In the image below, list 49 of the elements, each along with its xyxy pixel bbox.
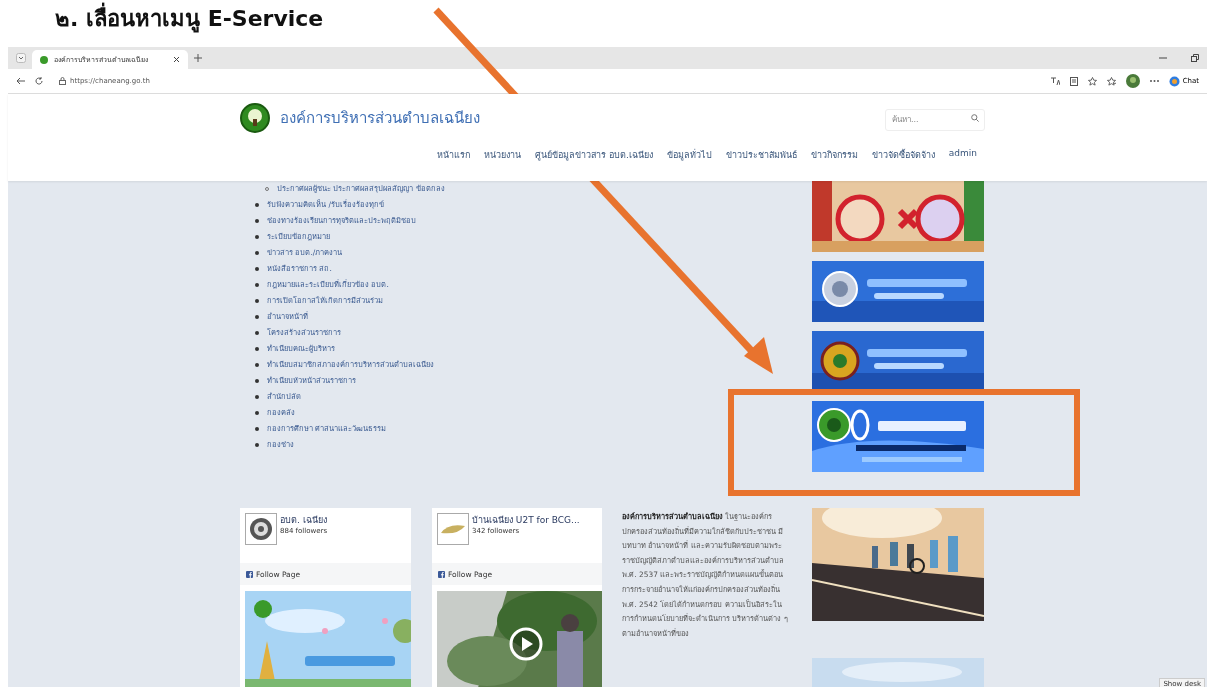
favicon-icon [40, 55, 48, 64]
facebook-icon [246, 570, 253, 578]
nav-link[interactable]: admin [948, 148, 977, 162]
bullet-icon [255, 235, 259, 239]
nav-link[interactable]: ข้อมูลทั่วไป [666, 148, 712, 162]
nav-link[interactable]: ข่าวกิจกรรม [810, 148, 858, 162]
reader-icon[interactable] [1069, 76, 1078, 86]
bullet-icon [255, 395, 259, 399]
bullet-icon [255, 219, 259, 223]
bullet-icon [255, 283, 259, 287]
nav-link[interactable]: หน้าแรก [437, 148, 471, 162]
new-tab-icon[interactable] [194, 54, 202, 62]
restore-icon[interactable] [1191, 54, 1199, 62]
lock-icon [59, 77, 66, 85]
bullet-icon [255, 379, 259, 383]
bullet-icon [255, 347, 259, 351]
bullet-icon [255, 315, 259, 319]
seal-icon [249, 517, 273, 541]
search-icon[interactable] [971, 114, 979, 122]
site-title[interactable]: องค์การบริหารส่วนตำบลเฉนียง [280, 106, 480, 130]
bullet-icon [255, 363, 259, 367]
tab-list-icon[interactable] [16, 53, 26, 63]
close-icon[interactable] [173, 56, 180, 63]
translate-icon[interactable] [1050, 77, 1060, 85]
play-icon[interactable] [509, 627, 543, 661]
search-field[interactable]: ค้นหา... [885, 108, 985, 131]
bullet-icon [255, 251, 259, 255]
page-name[interactable]: อบต. เฉนียง [280, 513, 328, 527]
profile-avatar-icon[interactable] [1125, 74, 1140, 88]
bullet-icon [255, 411, 259, 415]
logo-icon[interactable] [240, 103, 270, 133]
bullet-icon [255, 331, 259, 335]
bullet-icon [255, 299, 259, 303]
back-icon[interactable] [16, 77, 25, 85]
page-name[interactable]: บ้านเฉนียง U2T for BCG... [472, 513, 580, 527]
facebook-icon [438, 570, 445, 578]
bullet-icon [255, 443, 259, 447]
nav-link[interactable]: หน่วยงาน [484, 148, 522, 162]
reload-icon[interactable] [35, 77, 43, 85]
nav-link[interactable]: ศูนย์ข้อมูลข่าวสาร อบต.เฉนียง [535, 148, 653, 162]
logo-icon [440, 523, 466, 535]
bullet-icon [255, 267, 259, 271]
bullet-icon [255, 427, 259, 431]
favorites-icon[interactable] [1106, 76, 1116, 86]
nav-link[interactable]: ข่าวประชาสัมพันธ์ [725, 148, 797, 162]
star-icon[interactable] [1087, 76, 1097, 86]
step-heading: ๒. เลื่อนหาเมนู E-Service [55, 2, 324, 36]
bullet-icon [255, 203, 259, 207]
nav-link[interactable]: ข่าวจัดซื้อจัดจ้าง [871, 148, 935, 162]
